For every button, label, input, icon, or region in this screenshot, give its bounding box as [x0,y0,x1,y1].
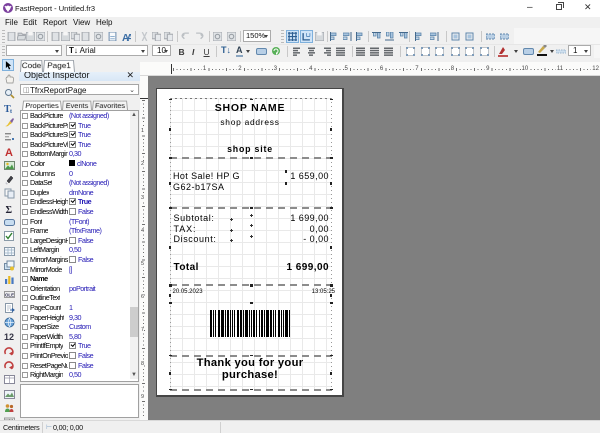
svg-text:OLE: OLE [5,292,14,297]
svg-text:Σ: Σ [6,205,13,214]
svg-text:A: A [127,33,132,41]
svg-text:12: 12 [4,332,14,342]
svg-text:A: A [5,147,13,157]
svg-text:t: t [10,109,12,114]
